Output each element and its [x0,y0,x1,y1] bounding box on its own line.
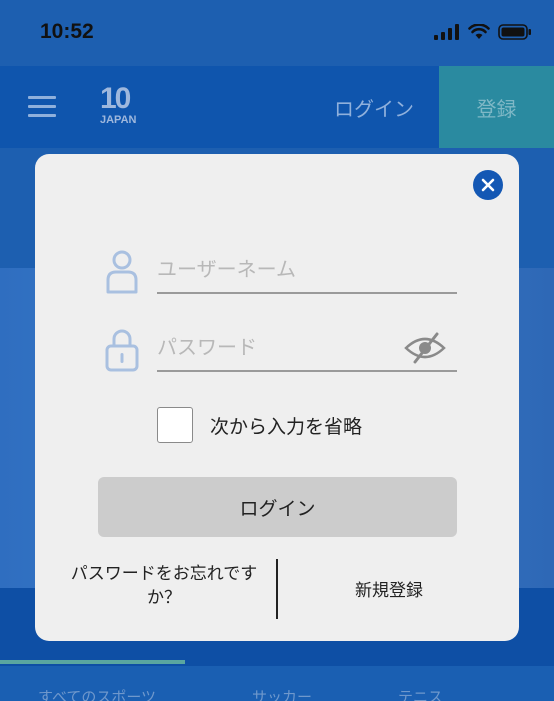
header-login-link[interactable]: ログイン [334,93,414,122]
user-icon [106,250,138,294]
status-icons [434,24,532,40]
remember-label: 次から入力を省略 [210,415,363,438]
signal-icon [434,24,459,40]
login-button[interactable]: ログイン [98,477,457,537]
password-underline [157,370,457,372]
login-modal: 次から入力を省略 ログイン パスワードをお忘れですか？ 新規登録 [35,154,519,641]
app-header: 10 JAPAN ログイン 登録 [0,66,554,148]
register-link[interactable]: 新規登録 [279,576,499,601]
close-button[interactable] [473,170,503,200]
tab-all-sports[interactable]: すべてのスポーツ [38,686,156,701]
lock-icon [105,329,139,372]
links-divider [276,559,278,619]
eye-slash-icon[interactable] [403,332,447,364]
status-time: 10:52 [40,20,94,43]
username-row [103,248,457,298]
username-input[interactable] [157,250,457,288]
remember-row: 次から入力を省略 [157,407,362,443]
header-register-button[interactable]: 登録 [439,66,554,148]
logo-number: 10 [100,82,131,115]
brand-logo[interactable]: 10 JAPAN [100,84,146,130]
status-bar: 10:52 [0,0,554,66]
password-row [103,326,457,376]
menu-icon[interactable] [28,96,56,118]
logo-text: JAPAN [100,114,137,126]
battery-icon [498,24,531,40]
username-underline [157,292,457,294]
remember-checkbox[interactable] [157,407,193,443]
wifi-icon [468,24,490,39]
tab-tennis[interactable]: テニス [398,686,443,701]
active-tab-indicator [0,660,185,664]
close-icon [481,178,495,192]
forgot-password-link[interactable]: パスワードをお忘れですか？ [59,562,269,610]
tab-soccer[interactable]: サッカー [252,686,312,701]
